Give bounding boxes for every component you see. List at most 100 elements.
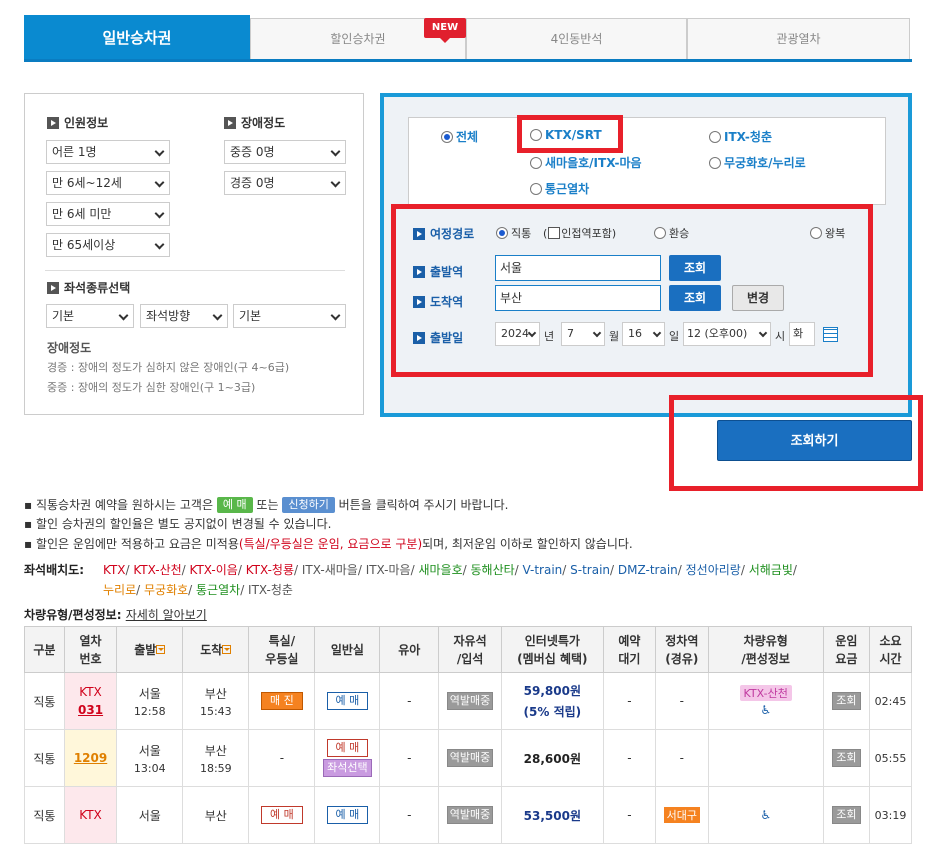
- row2-train[interactable]: 1209: [63, 729, 118, 787]
- seat-class-select[interactable]: 기본: [46, 304, 134, 328]
- radio-icon: [709, 131, 721, 143]
- seat-map-link[interactable]: 무궁화호: [144, 583, 188, 597]
- row1-time: 02:45: [868, 672, 913, 730]
- row1-vehicle-badge[interactable]: KTX-산천: [739, 685, 792, 701]
- senior-select[interactable]: 만 65세이상: [46, 233, 170, 257]
- chevron-down-icon: [154, 146, 165, 157]
- row2-type: 직통: [24, 729, 65, 787]
- table-row: 직통 KTX 031 서울 12:58 부산 15:43 매 진 예 매 - 역발매중…: [24, 672, 913, 730]
- radio-saemaeul[interactable]: 새마을호/ITX-마음: [530, 154, 642, 171]
- seat-map-link[interactable]: 정선아리랑: [686, 563, 741, 577]
- header-cell[interactable]: 출발: [116, 626, 184, 673]
- row1-vehicle: KTX-산천 ♿: [707, 672, 824, 730]
- seat-map-link[interactable]: 누리로: [103, 583, 136, 597]
- radio-itx-cheongchun[interactable]: ITX-청춘: [709, 128, 772, 145]
- radio-all[interactable]: 전체: [441, 128, 478, 145]
- row1-stops: -: [655, 672, 709, 730]
- header-cell: 인터넷특가 (멤버십 혜택): [501, 626, 604, 673]
- seat-map-link[interactable]: ITX-청춘: [248, 583, 293, 597]
- row3-infant: -: [379, 786, 440, 844]
- separator: /: [181, 563, 190, 577]
- apply-pill: 신청하기: [282, 497, 335, 513]
- sort-icon[interactable]: [156, 644, 166, 654]
- header-cell: 차량유형 /편성정보: [707, 626, 824, 673]
- seat-direction-select[interactable]: 좌석방향: [140, 304, 228, 328]
- child-select[interactable]: 만 6세~12세: [46, 171, 170, 195]
- row2-seat-select-button[interactable]: 좌석선택: [323, 759, 372, 777]
- row1-soldout-button[interactable]: 매 진: [260, 692, 303, 710]
- seat-map-link[interactable]: S-train: [570, 563, 610, 577]
- seat-map-link[interactable]: KTX-청룡: [246, 563, 294, 577]
- chevron-down-icon: [330, 177, 341, 188]
- tab-tourist-train[interactable]: 관광열차: [687, 18, 910, 59]
- row1-fare: 조회: [822, 672, 870, 730]
- row1-station-sale: 역발매중: [446, 692, 494, 710]
- separator: /: [136, 583, 144, 597]
- radio-commuter-label: 통근열차: [545, 182, 590, 196]
- seat-map-link[interactable]: 서해금빛: [749, 563, 793, 577]
- row2-dep: 서울 13:04: [116, 729, 184, 787]
- row1-fare-button[interactable]: 조회: [832, 692, 861, 710]
- row3-dep-station: 서울: [138, 808, 161, 823]
- row3-wait: -: [602, 786, 657, 844]
- seat-map-link[interactable]: V-train: [523, 563, 563, 577]
- row1-reserve-button[interactable]: 예 매: [326, 692, 369, 710]
- separator: /: [188, 583, 197, 597]
- tab-four-person-seat[interactable]: 4인동반석: [466, 18, 687, 59]
- row3-special-reserve-button[interactable]: 예 매: [260, 806, 303, 824]
- adult-select-value: 어른 1명: [52, 145, 97, 159]
- severe-disability-select[interactable]: 중증 0명: [224, 140, 346, 164]
- radio-mugunghwa[interactable]: 무궁화호/누리로: [709, 154, 806, 171]
- row2-fare-button[interactable]: 조회: [832, 749, 861, 767]
- row1-dep-time: 12:58: [133, 704, 166, 718]
- seat-map-link[interactable]: KTX: [103, 563, 126, 577]
- header-cell: 특실/ 우등실: [248, 626, 316, 673]
- train-results-table: 구분 열차 번호 출발 도착 특실/ 우등실 일반실 유아 자유석 /입석 인터넷특가 (멤버십…: [24, 626, 913, 844]
- seat-map-link[interactable]: 통근열차: [196, 583, 240, 597]
- separator: /: [240, 583, 249, 597]
- header-cell: 일반실: [314, 626, 381, 673]
- row1-price-value: 59,800원: [523, 684, 582, 698]
- separator: /: [677, 563, 686, 577]
- mild-select-value: 경증 0명: [230, 176, 275, 190]
- row1-wait: -: [602, 672, 657, 730]
- passenger-info-heading: 인원정보: [47, 114, 108, 131]
- adult-select[interactable]: 어른 1명: [46, 140, 170, 164]
- row3-reserve-button[interactable]: 예 매: [326, 806, 369, 824]
- seat-map-link[interactable]: 새마을호: [418, 563, 462, 577]
- seat-map-link[interactable]: KTX-산천: [133, 563, 181, 577]
- row1-arr: 부산 15:43: [182, 672, 250, 730]
- mild-disability-select[interactable]: 경증 0명: [224, 171, 346, 195]
- search-trains-button[interactable]: 조회하기: [717, 420, 912, 461]
- tab-general-ticket[interactable]: 일반승차권: [24, 15, 250, 59]
- row3-train[interactable]: KTX: [63, 786, 118, 844]
- radio-mugunghwa-label: 무궁화호/누리로: [724, 156, 806, 170]
- seat-map-link[interactable]: KTX-이음: [190, 563, 238, 577]
- row2-wait: -: [602, 729, 657, 787]
- formation-label: 차량유형/편성정보: 자세히 알아보기: [24, 606, 207, 623]
- row3-stops-badge[interactable]: 서대구: [663, 807, 700, 823]
- chevron-down-icon: [154, 177, 165, 188]
- seat-map-link[interactable]: ITX-새마을: [302, 563, 358, 577]
- radio-commuter[interactable]: 통근열차: [530, 180, 589, 197]
- header-cell[interactable]: 도착: [182, 626, 250, 673]
- row1-price: 59,800원 (5% 적립): [501, 672, 604, 730]
- row1-train-number[interactable]: 031: [65, 703, 116, 717]
- separator: /: [357, 563, 366, 577]
- row2-train-number[interactable]: 1209: [65, 751, 116, 765]
- seat-map-link[interactable]: 동해산타: [470, 563, 514, 577]
- row2-reserve-button[interactable]: 예 매: [326, 739, 369, 757]
- row1-train[interactable]: KTX 031: [63, 672, 118, 730]
- seat-map-link[interactable]: ITX-마음: [366, 563, 411, 577]
- separator: /: [792, 563, 797, 577]
- seat-position-select[interactable]: 기본: [233, 304, 346, 328]
- toddler-select[interactable]: 만 6세 미만: [46, 202, 170, 226]
- radio-checked-icon: [441, 131, 453, 143]
- seat-map-link[interactable]: DMZ-train: [618, 563, 678, 577]
- separator: /: [562, 563, 571, 577]
- row3-fare-button[interactable]: 조회: [832, 806, 861, 824]
- formation-detail-link[interactable]: 자세히 알아보기: [126, 608, 207, 622]
- disability-heading: 장애정도: [224, 114, 285, 131]
- header-cell: 예약 대기: [602, 626, 657, 673]
- sort-icon[interactable]: [222, 644, 232, 654]
